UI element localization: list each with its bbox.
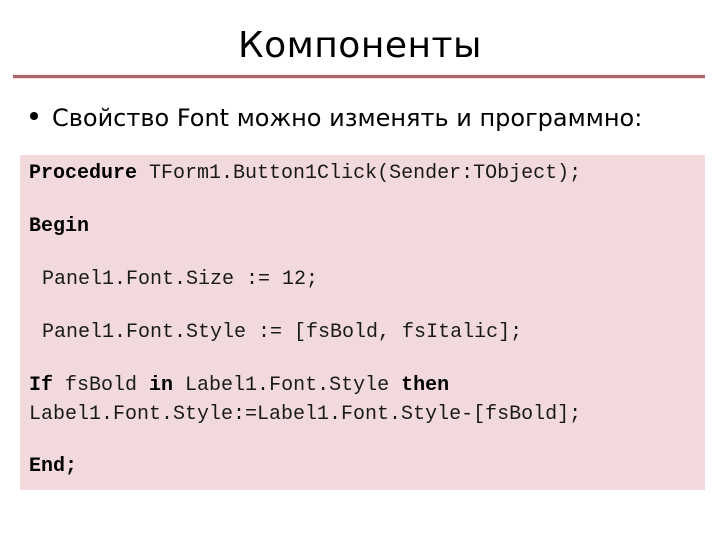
code-line-end: End; bbox=[29, 455, 77, 479]
code-line-font-size: Panel1.Font.Size := 12; bbox=[42, 268, 319, 291]
procedure-signature: TForm1.Button1Click(Sender:TObject); bbox=[137, 162, 582, 185]
keyword-in: in bbox=[149, 374, 174, 397]
slide-title: Компоненты bbox=[238, 25, 482, 66]
bullet-item: Свойство Font можно изменять и программн… bbox=[30, 100, 642, 136]
bullet-text: Свойство Font можно изменять и программн… bbox=[52, 104, 643, 132]
code-line-if: If fsBold in Label1.Font.Style then bbox=[29, 374, 449, 398]
keyword-if: If bbox=[29, 374, 54, 397]
code-line-assign: Label1.Font.Style:=Label1.Font.Style-[fs… bbox=[29, 403, 582, 426]
code-line-procedure: Procedure TForm1.Button1Click(Sender:TOb… bbox=[29, 162, 581, 186]
code-line-font-style: Panel1.Font.Style := [fsBold, fsItalic]; bbox=[42, 321, 523, 344]
code-line-begin: Begin bbox=[29, 215, 89, 239]
code-block: Procedure TForm1.Button1Click(Sender:TOb… bbox=[20, 155, 705, 490]
keyword-procedure: Procedure bbox=[29, 162, 138, 185]
bullet-icon bbox=[30, 112, 38, 120]
keyword-then: then bbox=[401, 374, 450, 397]
keyword-end: End; bbox=[29, 455, 78, 478]
code-fragment: Label1.Font.Style bbox=[173, 374, 402, 397]
keyword-begin: Begin bbox=[29, 215, 90, 238]
title-underline bbox=[13, 75, 705, 78]
code-fragment: fsBold bbox=[53, 374, 150, 397]
